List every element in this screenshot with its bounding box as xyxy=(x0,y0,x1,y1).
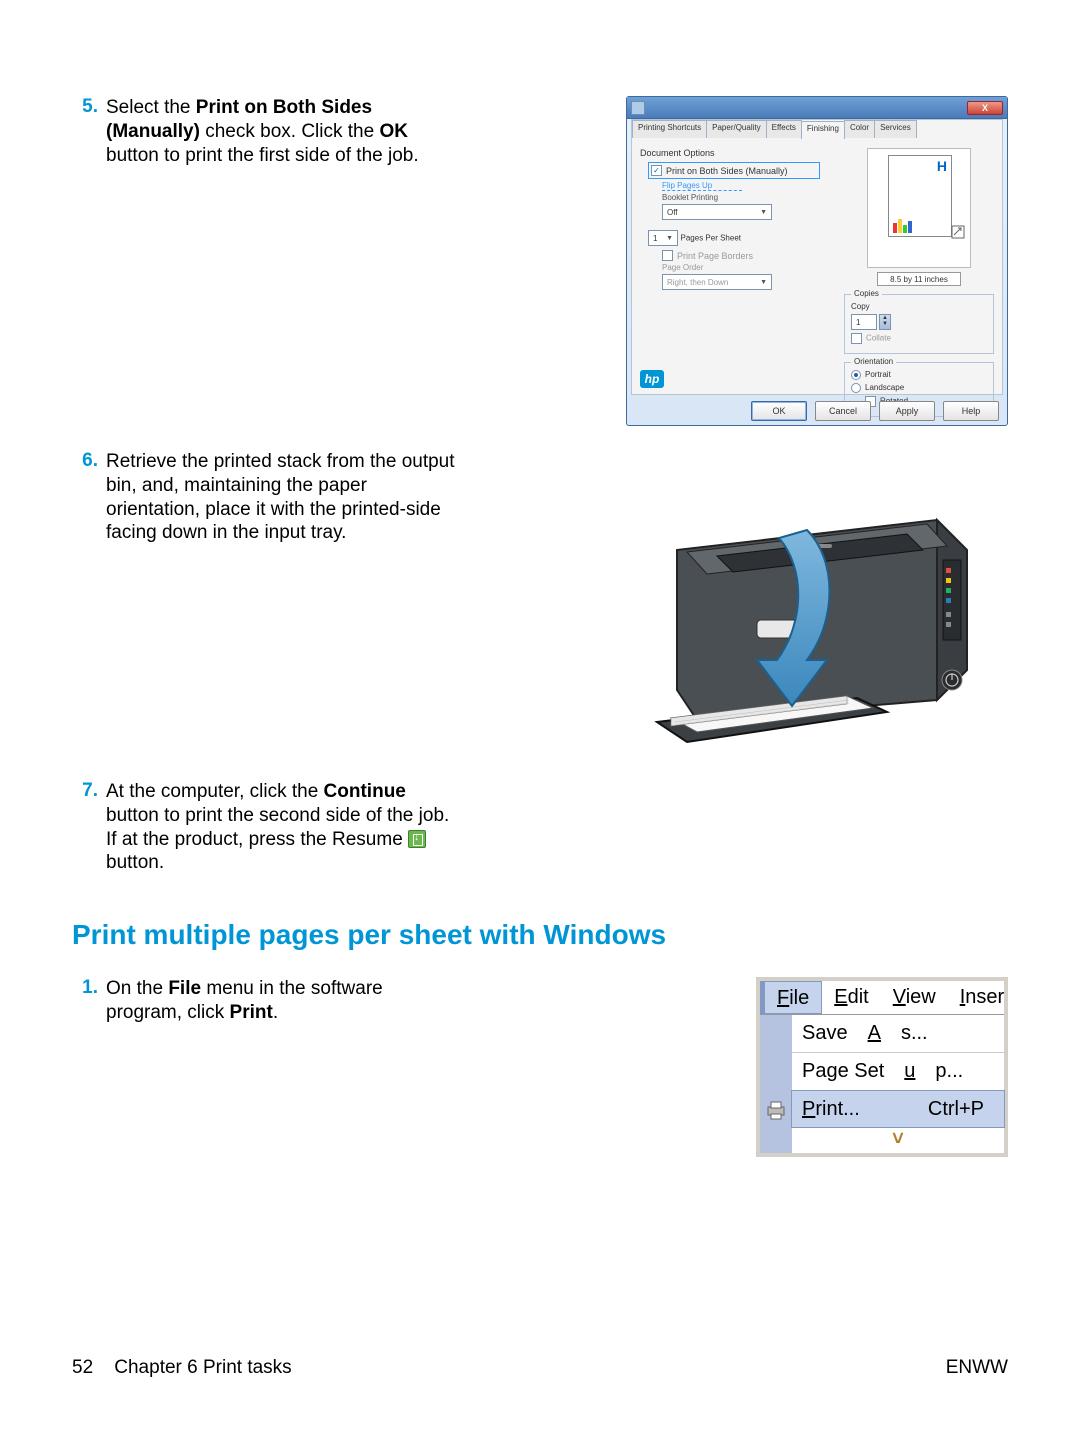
step-1-illustration: File Edit View Inser Save As... Page Set… xyxy=(456,977,1008,1157)
print-page-borders-checkbox: Print Page Borders xyxy=(662,250,820,261)
tab-color[interactable]: Color xyxy=(844,120,875,138)
menu-edit[interactable]: Edit xyxy=(822,981,880,1014)
checkbox-icon xyxy=(851,333,862,344)
ok-button[interactable]: OK xyxy=(751,401,807,421)
print-icon xyxy=(760,1091,792,1129)
checkbox-icon: ✓ xyxy=(651,165,662,176)
printer-icon xyxy=(637,460,997,750)
menu-expand-icon[interactable]: ˅ xyxy=(792,1127,1004,1151)
booklet-printing-combo[interactable]: Off▼ xyxy=(662,204,772,220)
step-5-row: 5. Select the Print on Both Sides (Manua… xyxy=(72,96,1008,426)
step-1-text: On the File menu in the software program… xyxy=(106,977,456,1025)
menu-view[interactable]: View xyxy=(881,981,948,1014)
step-1-row: 1. On the File menu in the software prog… xyxy=(72,977,1008,1157)
menu-item-save-as[interactable]: Save As... xyxy=(792,1015,1004,1053)
pages-per-sheet-combo[interactable]: 1▼ xyxy=(648,230,678,246)
page-number: 52 xyxy=(72,1357,93,1378)
menubar: File Edit View Inser xyxy=(760,981,1004,1015)
section-heading: Print multiple pages per sheet with Wind… xyxy=(72,919,1008,951)
menu-item-print[interactable]: Print...Ctrl+P xyxy=(791,1090,1005,1128)
apply-button[interactable]: Apply xyxy=(879,401,935,421)
menu-item-page-setup[interactable]: Page Setup... xyxy=(792,1053,1004,1091)
step-6-number: 6. xyxy=(72,450,106,472)
copies-group: Copies Copy 1 ▲▼ Collate xyxy=(844,294,994,354)
orientation-icon xyxy=(951,225,965,239)
step-7-row: 7. At the computer, click the Continue b… xyxy=(72,780,1008,875)
step-5-number: 5. xyxy=(72,96,106,118)
landscape-radio[interactable]: Landscape xyxy=(851,383,987,393)
step-5-illustration: X Printing Shortcuts Paper/Quality Effec… xyxy=(456,96,1008,426)
menu-insert[interactable]: Inser xyxy=(948,981,1016,1014)
tab-paper-quality[interactable]: Paper/Quality xyxy=(706,120,766,138)
page-preview: H xyxy=(867,148,971,268)
file-menu: File Edit View Inser Save As... Page Set… xyxy=(756,977,1008,1157)
tab-services[interactable]: Services xyxy=(874,120,917,138)
close-button[interactable]: X xyxy=(967,101,1003,115)
step-6-illustration xyxy=(456,450,1008,760)
menu-file[interactable]: File xyxy=(764,981,822,1014)
resume-button-icon xyxy=(408,830,426,848)
help-button[interactable]: Help xyxy=(943,401,999,421)
portrait-radio[interactable]: Portrait xyxy=(851,370,987,380)
page-order-label: Page Order xyxy=(662,263,820,272)
page-order-combo: Right, then Down▼ xyxy=(662,274,772,290)
step-7-text: At the computer, click the Continue butt… xyxy=(106,780,456,875)
footer-brand: ENWW xyxy=(946,1357,1008,1379)
save-as-icon xyxy=(760,1015,792,1053)
pages-per-sheet-label: Pages Per Sheet xyxy=(681,233,741,242)
page-footer: 52 Chapter 6 Print tasks ENWW xyxy=(72,1357,1008,1379)
dialog-app-icon xyxy=(631,101,645,115)
booklet-printing-label: Booklet Printing xyxy=(662,193,820,202)
flip-pages-up-checkbox[interactable]: Flip Pages Up xyxy=(662,181,742,191)
dialog-tabs: Printing Shortcuts Paper/Quality Effects… xyxy=(632,120,1002,138)
step-7-number: 7. xyxy=(72,780,106,802)
step-1-number: 1. xyxy=(72,977,106,999)
print-properties-dialog: X Printing Shortcuts Paper/Quality Effec… xyxy=(626,96,1008,426)
hp-logo-icon: hp xyxy=(640,370,664,388)
step-5-text: Select the Print on Both Sides (Manually… xyxy=(106,96,456,167)
checkbox-icon xyxy=(662,250,673,261)
dialog-titlebar: X xyxy=(627,97,1007,119)
copy-count-input[interactable]: 1 xyxy=(851,314,877,330)
tab-finishing[interactable]: Finishing xyxy=(801,121,845,139)
tab-effects[interactable]: Effects xyxy=(766,120,802,138)
paper-size-label: 8.5 by 11 inches xyxy=(877,272,961,286)
chapter-label: Chapter 6 Print tasks xyxy=(114,1357,291,1378)
step-6-row: 6. Retrieve the printed stack from the o… xyxy=(72,450,1008,760)
copy-spinner[interactable]: ▲▼ xyxy=(879,314,891,330)
page-setup-icon xyxy=(760,1053,792,1091)
cancel-button[interactable]: Cancel xyxy=(815,401,871,421)
step-6-text: Retrieve the printed stack from the outp… xyxy=(106,450,456,545)
print-both-sides-checkbox[interactable]: ✓ Print on Both Sides (Manually) xyxy=(648,162,820,179)
document-options-label: Document Options xyxy=(640,148,820,158)
tab-printing-shortcuts[interactable]: Printing Shortcuts xyxy=(632,120,707,138)
